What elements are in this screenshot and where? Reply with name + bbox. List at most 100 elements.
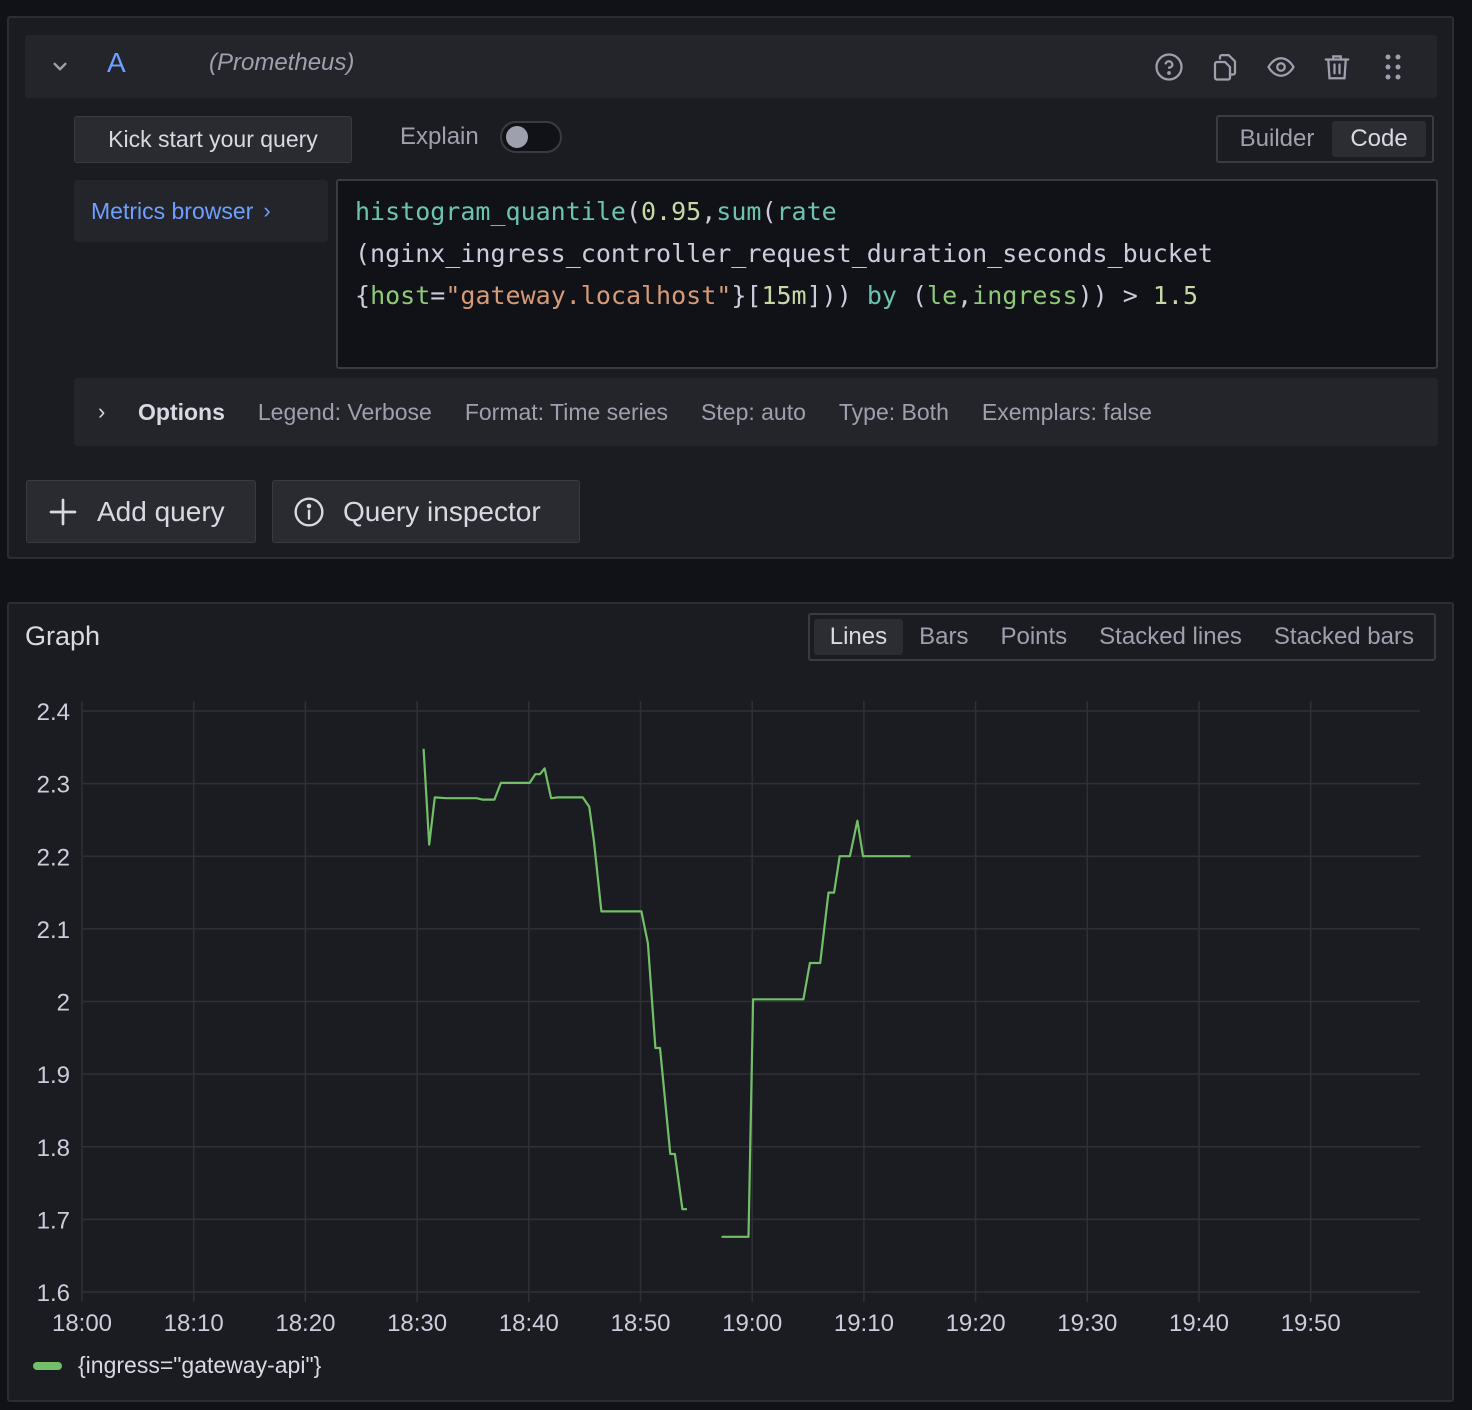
- x-axis-ticks: 18:00 18:10 18:20 18:30 18:40 18:50 19:00 19:10…: [52, 1310, 1341, 1337]
- trash-icon: [1324, 55, 1350, 80]
- collapse-query-button[interactable]: [47, 53, 73, 79]
- y-tick-label: 1.8: [37, 1135, 70, 1162]
- promql-code-editor[interactable]: histogram_quantile(0.95,sum(rate (nginx_i…: [336, 179, 1438, 369]
- y-tick-label: 2.2: [37, 844, 70, 871]
- query-header-actions: [1141, 49, 1421, 85]
- code-token: (: [896, 281, 928, 310]
- legend-series-name: {ingress="gateway-api"}: [78, 1352, 322, 1378]
- code-token: ingress: [972, 281, 1078, 310]
- time-series-chart[interactable]: 2.4 2.3 2.2 2.1 2 1.9 1.8 1.7 1.6 18:00 18:10 18:2…: [9, 604, 1452, 1400]
- code-token: rate: [776, 197, 837, 226]
- info-circle-icon: [294, 496, 324, 527]
- help-icon: [1155, 53, 1183, 81]
- mode-builder-tab[interactable]: Builder: [1222, 121, 1332, 157]
- code-token: (nginx_ingress_controller_request_durati…: [355, 239, 1213, 268]
- hide-query-button[interactable]: [1253, 49, 1309, 85]
- help-button[interactable]: [1141, 49, 1197, 85]
- code-line: {host="gateway.localhost"}[15m])) by (le…: [355, 275, 1419, 317]
- series-line-segment: [721, 819, 911, 1238]
- editor-mode-switch: Builder Code: [1216, 115, 1434, 163]
- metrics-browser-label: Metrics browser: [91, 197, 254, 224]
- x-tick-label: 19:00: [722, 1310, 782, 1337]
- code-token: ,: [701, 197, 717, 226]
- x-tick-label: 18:20: [275, 1310, 335, 1337]
- add-query-label: Add query: [97, 495, 225, 527]
- code-token: ,: [957, 281, 973, 310]
- code-token: }: [731, 281, 747, 310]
- y-tick-label: 1.9: [37, 1062, 70, 1089]
- code-token: ])): [806, 281, 867, 310]
- code-token: histogram_quantile: [355, 197, 626, 226]
- x-tick-label: 18:50: [610, 1310, 670, 1337]
- y-tick-label: 1.6: [37, 1280, 70, 1307]
- series-line-segment: [422, 748, 687, 1211]
- option-type: Type: Both: [838, 398, 949, 425]
- query-options-toggle[interactable]: › Options Legend: Verbose Format: Time s…: [74, 378, 1438, 446]
- y-tick-label: 2: [57, 990, 70, 1017]
- drag-query-handle[interactable]: [1365, 49, 1421, 85]
- explain-toggle[interactable]: [500, 121, 562, 153]
- copy-icon: [1213, 54, 1237, 81]
- x-tick-label: 19:10: [834, 1310, 894, 1337]
- x-tick-label: 18:30: [387, 1310, 447, 1337]
- drag-handle-icon: [1385, 54, 1401, 80]
- code-token: 0.95: [641, 197, 702, 226]
- plus-icon: [49, 498, 77, 525]
- kick-start-query-button[interactable]: Kick start your query: [74, 116, 352, 163]
- x-tick-label: 19:20: [946, 1310, 1006, 1337]
- metrics-browser-button[interactable]: Metrics browser ›: [74, 180, 328, 242]
- chevron-right-icon: ›: [263, 198, 271, 223]
- x-tick-label: 18:10: [164, 1310, 224, 1337]
- query-inspector-button[interactable]: Query inspector: [272, 480, 580, 543]
- mode-code-tab[interactable]: Code: [1332, 121, 1426, 157]
- y-axis-ticks: 2.4 2.3 2.2 2.1 2 1.9 1.8 1.7 1.6: [37, 699, 70, 1307]
- y-tick-label: 2.1: [37, 917, 70, 944]
- chevron-right-icon: ›: [98, 399, 106, 424]
- y-tick-label: 2.4: [37, 699, 70, 726]
- code-token: by: [866, 281, 897, 310]
- legend-item[interactable]: {ingress="gateway-api"}: [33, 1352, 321, 1379]
- code-token: 15m: [761, 281, 807, 310]
- x-tick-label: 18:40: [499, 1310, 559, 1337]
- chart-grid: [81, 701, 1420, 1302]
- x-tick-label: 19:30: [1057, 1310, 1117, 1337]
- y-tick-label: 1.7: [37, 1207, 70, 1234]
- code-token: =: [430, 281, 446, 310]
- remove-query-button[interactable]: [1309, 49, 1365, 85]
- code-token: "gateway.localhost": [445, 281, 732, 310]
- code-token: )) >: [1077, 281, 1153, 310]
- code-line: (nginx_ingress_controller_request_durati…: [355, 233, 1419, 275]
- toggle-knob: [506, 126, 528, 148]
- y-tick-label: 2.3: [37, 772, 70, 799]
- option-format: Format: Time series: [464, 398, 669, 425]
- code-token: [: [746, 281, 762, 310]
- eye-icon: [1267, 57, 1295, 77]
- explain-label: Explain: [400, 123, 479, 150]
- query-ref-id[interactable]: A: [107, 47, 126, 79]
- code-token: host: [370, 281, 431, 310]
- code-token: (: [761, 197, 777, 226]
- code-token: sum: [716, 197, 762, 226]
- x-tick-label: 18:00: [52, 1310, 112, 1337]
- code-line: histogram_quantile(0.95,sum(rate: [355, 191, 1419, 233]
- add-query-button[interactable]: Add query: [26, 480, 256, 543]
- option-exemplars: Exemplars: false: [981, 398, 1152, 425]
- x-tick-label: 19:50: [1281, 1310, 1341, 1337]
- datasource-name: (Prometheus): [209, 49, 355, 76]
- legend-color-swatch: [33, 1361, 62, 1370]
- code-token: (: [625, 197, 641, 226]
- code-token: le: [927, 281, 958, 310]
- option-step: Step: auto: [701, 398, 806, 425]
- query-row-header: A (Prometheus): [25, 35, 1437, 98]
- code-token: {: [355, 281, 371, 310]
- chevron-down-icon: [53, 62, 67, 71]
- x-tick-label: 19:40: [1169, 1310, 1229, 1337]
- code-token: 1.5: [1152, 281, 1198, 310]
- options-title: Options: [138, 398, 225, 425]
- query-inspector-label: Query inspector: [343, 495, 541, 527]
- query-editor-panel: A (Prometheus) Kick start your query Exp…: [7, 16, 1454, 559]
- duplicate-query-button[interactable]: [1197, 49, 1253, 85]
- option-legend: Legend: Verbose: [257, 398, 432, 425]
- series-lines: [422, 748, 911, 1238]
- graph-panel: Graph Lines Bars Points Stacked lines St…: [7, 602, 1454, 1402]
